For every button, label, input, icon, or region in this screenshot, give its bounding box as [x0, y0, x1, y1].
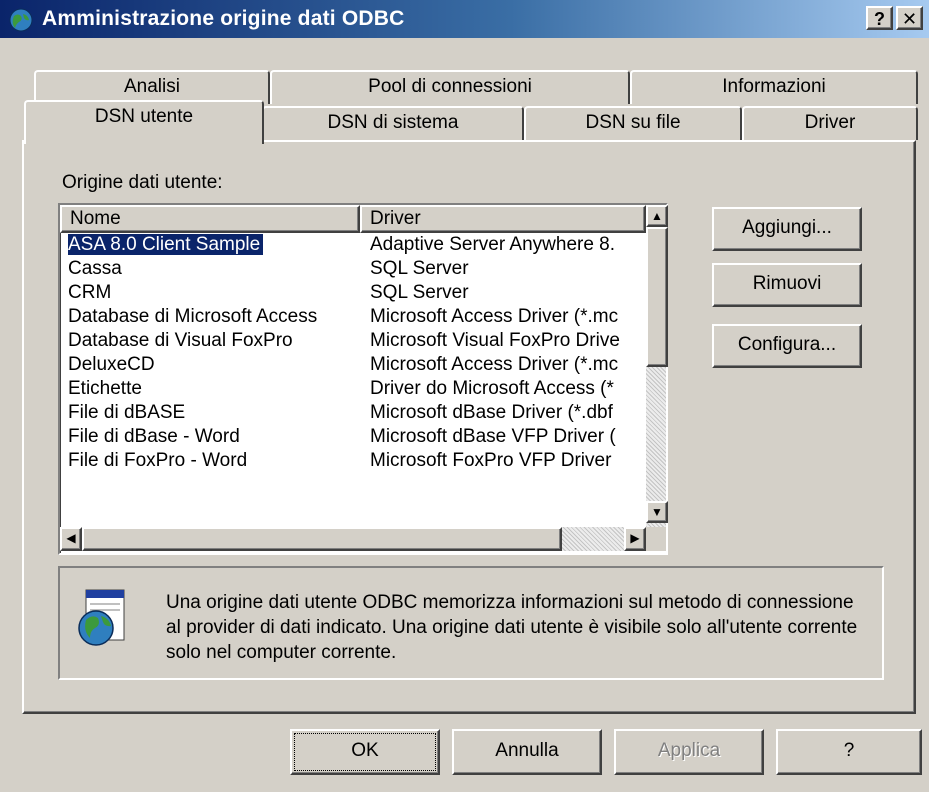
- cell-driver: Microsoft Visual FoxPro Drive: [370, 330, 620, 351]
- cell-driver: Microsoft Access Driver (*.mc: [370, 306, 619, 327]
- cell-name: File di dBASE: [68, 402, 186, 423]
- arrow-left-icon: ◀: [66, 531, 76, 545]
- scroll-left-button[interactable]: ◀: [60, 527, 82, 551]
- list-caption: Origine dati utente:: [62, 172, 223, 193]
- cell-driver: SQL Server: [370, 258, 469, 279]
- tab-dsn-utente[interactable]: DSN utente: [24, 100, 264, 144]
- apply-button[interactable]: Applica: [614, 729, 764, 775]
- vertical-scroll-thumb[interactable]: [646, 227, 668, 367]
- cancel-button[interactable]: Annulla: [452, 729, 602, 775]
- help-button[interactable]: ?: [776, 729, 922, 775]
- close-button[interactable]: ✕: [896, 6, 923, 30]
- remove-button[interactable]: Rimuovi: [712, 263, 862, 307]
- tab-label: Analisi: [124, 76, 180, 97]
- tab-label: Informazioni: [722, 76, 826, 97]
- cell-driver: Microsoft dBase Driver (*.dbf: [370, 402, 613, 423]
- cell-name: Database di Microsoft Access: [68, 306, 318, 327]
- ok-button[interactable]: OK: [290, 729, 440, 775]
- scroll-right-button[interactable]: ▶: [624, 527, 646, 551]
- tab-dsn-su-file[interactable]: DSN su file: [524, 106, 742, 140]
- scrollbar-corner: [646, 527, 666, 551]
- info-text: Una origine dati utente ODBC memorizza i…: [166, 592, 858, 663]
- odbc-globe-icon: [78, 589, 125, 646]
- cell-name: File di dBase - Word: [68, 426, 240, 447]
- arrow-up-icon: ▲: [651, 209, 663, 223]
- cell-driver: SQL Server: [370, 282, 469, 303]
- tab-label: DSN di sistema: [327, 112, 459, 133]
- tab-label: Pool di connessioni: [368, 76, 532, 97]
- cell-name: File di FoxPro - Word: [68, 450, 248, 471]
- window-title: Amministrazione origine dati ODBC: [42, 7, 405, 30]
- cell-driver: Adaptive Server Anywhere 8.: [370, 234, 616, 255]
- tab-analisi[interactable]: Analisi: [34, 70, 270, 104]
- cell-driver: Driver do Microsoft Access (*: [370, 378, 614, 399]
- tab-driver[interactable]: Driver: [742, 106, 918, 140]
- cell-driver: Microsoft FoxPro VFP Driver: [370, 450, 612, 471]
- cell-name: Database di Visual FoxPro: [68, 330, 293, 351]
- cell-name: Cassa: [68, 258, 122, 279]
- selected-name: ASA 8.0 Client Sample: [68, 234, 264, 255]
- tab-label: DSN utente: [94, 106, 194, 127]
- horizontal-scroll-thumb[interactable]: [82, 527, 562, 551]
- cell-driver: Microsoft Access Driver (*.mc: [370, 354, 619, 375]
- cell-name: DeluxeCD: [68, 354, 155, 375]
- info-box: Una origine dati utente ODBC memorizza i…: [58, 566, 884, 680]
- cell-name: ASA 8.0 Client Sample: [68, 234, 353, 256]
- scroll-up-button[interactable]: ▲: [646, 205, 668, 227]
- arrow-right-icon: ▶: [630, 531, 640, 545]
- column-header-driver[interactable]: Driver: [360, 205, 646, 233]
- cell-name: Etichette: [68, 378, 142, 399]
- cell-name: CRM: [68, 282, 112, 303]
- tab-pool-di-connessioni[interactable]: Pool di connessioni: [270, 70, 630, 104]
- tab-label: Driver: [804, 112, 856, 133]
- cell-driver: Microsoft dBase VFP Driver (: [370, 426, 616, 447]
- help-caption-button[interactable]: ?: [866, 6, 893, 30]
- add-button[interactable]: Aggiungi...: [712, 207, 862, 251]
- close-icon: ✕: [901, 9, 918, 29]
- tab-dsn-di-sistema[interactable]: DSN di sistema: [262, 106, 524, 140]
- tab-informazioni[interactable]: Informazioni: [630, 70, 918, 104]
- title-bar[interactable]: Amministrazione origine dati ODBC ? ✕: [0, 0, 929, 38]
- odbc-app-icon: [9, 8, 33, 32]
- dsn-list[interactable]: Nome Driver ASA 8.0 Client Sample Adaptiv…: [58, 203, 668, 555]
- column-header-nome[interactable]: Nome: [60, 205, 360, 233]
- configure-button[interactable]: Configura...: [712, 324, 862, 368]
- scroll-down-button[interactable]: ▼: [646, 501, 668, 523]
- tab-label: DSN su file: [585, 112, 681, 133]
- arrow-down-icon: ▼: [651, 505, 663, 519]
